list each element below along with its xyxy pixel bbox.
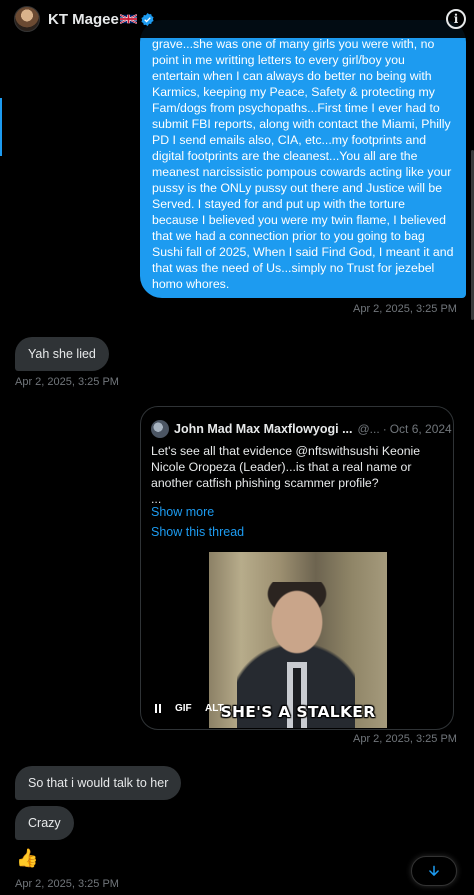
incoming-message-bubble[interactable]: So that i would talk to her (15, 766, 182, 800)
pause-icon[interactable] (155, 704, 165, 714)
message-timestamp: Apr 2, 2025, 3:25 PM (353, 303, 457, 315)
selection-indicator (0, 98, 2, 156)
avatar[interactable] (14, 6, 40, 32)
show-more-link[interactable]: Show more (151, 505, 214, 519)
message-text: grave...she was one of many girls you we… (152, 37, 454, 291)
gif-caption: SHE'S A STALKER (220, 703, 376, 721)
gif-media[interactable] (209, 552, 387, 728)
thumbs-up-emoji[interactable]: 👍 (16, 846, 38, 870)
quoted-post-date: Oct 6, 2024 (389, 422, 452, 436)
verified-badge-icon (141, 12, 154, 26)
scroll-to-bottom-button[interactable] (411, 856, 457, 886)
alt-badge[interactable]: ALT (205, 703, 224, 714)
message-text: Yah she lied (28, 347, 96, 361)
quoted-post-card[interactable]: John Mad Max Maxflowyogi ... @... · Oct … (140, 406, 454, 730)
info-icon[interactable]: i (446, 9, 466, 29)
message-text: So that i would talk to her (28, 776, 169, 790)
quoted-author-handle: @... (357, 422, 380, 436)
contact-name[interactable]: KT Magee (48, 11, 119, 28)
quoted-author-avatar (151, 420, 169, 438)
gif-badge: GIF (175, 703, 192, 714)
message-timestamp: Apr 2, 2025, 3:25 PM (353, 733, 457, 745)
message-text: Crazy (28, 816, 61, 830)
quoted-post-header: John Mad Max Maxflowyogi ... @... · Oct … (151, 420, 452, 438)
quoted-post-body: Let's see all that evidence @nftswithsus… (151, 444, 421, 490)
arrow-down-icon (429, 865, 439, 876)
separator-dot: · (382, 422, 387, 436)
outgoing-message-bubble[interactable]: grave...she was one of many girls you we… (140, 20, 466, 298)
quoted-author-name: John Mad Max Maxflowyogi ... (174, 422, 353, 436)
incoming-message-bubble[interactable]: Yah she lied (15, 337, 109, 371)
conversation-header: KT Magee i (0, 0, 474, 38)
message-timestamp: Apr 2, 2025, 3:25 PM (15, 376, 119, 388)
incoming-message-bubble[interactable]: Crazy (15, 806, 74, 840)
quoted-post-text: Let's see all that evidence @nftswithsus… (151, 443, 447, 507)
uk-flag-icon (119, 13, 137, 25)
message-timestamp: Apr 2, 2025, 3:25 PM (15, 878, 119, 890)
show-thread-link[interactable]: Show this thread (151, 525, 244, 539)
quoted-post-ellipsis: ... (151, 492, 162, 506)
